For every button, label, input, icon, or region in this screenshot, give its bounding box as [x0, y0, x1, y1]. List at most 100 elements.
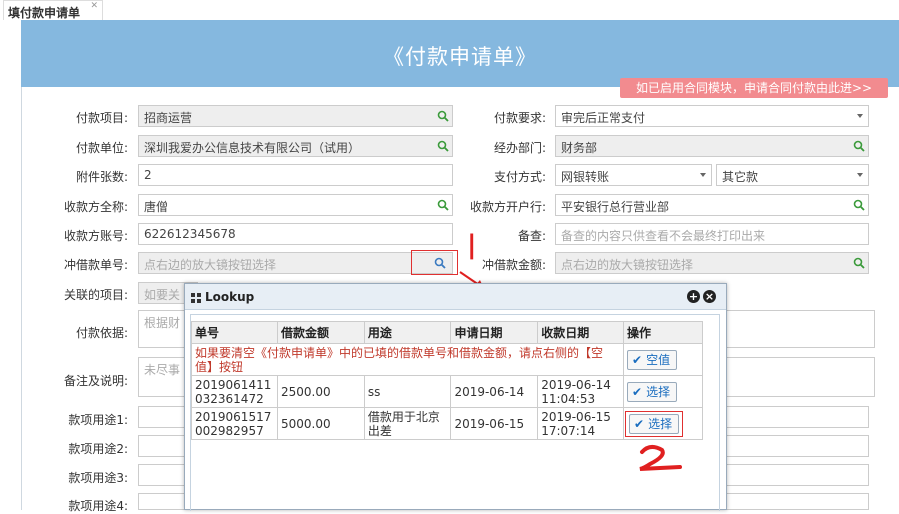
payee-account-value: 622612345678: [144, 227, 236, 241]
grid-icon: [191, 293, 201, 303]
search-icon[interactable]: [853, 140, 865, 152]
payee-bank-field[interactable]: 平安银行总行营业部: [555, 194, 869, 216]
tab-label: 填付款申请单: [8, 6, 81, 20]
use-part: 借款用于北京: [367, 409, 440, 424]
receive-date-part: 2019-06-14: [541, 377, 611, 392]
select-button[interactable]: ✔ 选择: [629, 413, 680, 434]
receive-time-part: 17:07:14: [541, 423, 596, 438]
tab-payment-request[interactable]: 填付款申请单 ✕: [3, 0, 103, 20]
clear-value-button[interactable]: ✔ 空值: [627, 349, 678, 370]
form-header: 《付款申请单》: [21, 20, 899, 87]
search-icon[interactable]: [853, 199, 865, 211]
payee-account-label: 收款方账号:: [63, 229, 128, 243]
remark-textarea-right[interactable]: [727, 357, 875, 397]
pay-basis-textarea-right[interactable]: [727, 310, 875, 348]
receive-time-part: 11:04:53: [541, 391, 596, 406]
pay-category-value: 其它款: [722, 170, 759, 184]
pay-unit-value: 深圳我爱办公信息技术有限公司（试用）: [144, 141, 361, 155]
amount-cell: 2500.00: [276, 375, 365, 408]
loan-no-cell: 2019061517 002982957: [191, 407, 278, 440]
pay-method-label: 支付方式:: [493, 170, 546, 184]
attach-count-input[interactable]: 2: [138, 164, 453, 186]
pay-requirement-label: 付款要求:: [493, 111, 546, 125]
close-icon[interactable]: ✕: [90, 1, 98, 11]
chevron-down-icon: [857, 173, 863, 177]
pay-category-select[interactable]: 其它款: [716, 164, 869, 186]
payee-name-label: 收款方全称:: [63, 200, 128, 214]
dialog-title: Lookup: [205, 290, 255, 304]
memo-label: 备查:: [517, 229, 546, 243]
amount-cell: 5000.00: [276, 407, 365, 440]
table-row[interactable]: 2019061411 032361472 2500.00 ss 2019-06-1…: [191, 375, 703, 408]
select-button-label: 选择: [646, 384, 671, 399]
use3-label: 款项用途3:: [68, 471, 128, 485]
table-header-row: 单号 借款金额 用途 申请日期 收款日期 操作: [191, 321, 703, 344]
action-cell: ✔ 选择: [623, 407, 703, 440]
use2-input-right[interactable]: [727, 435, 869, 457]
pay-method-value: 网银转账: [561, 170, 610, 184]
receive-date-part: 2019-06-15: [541, 409, 611, 424]
payee-name-field[interactable]: 唐僧: [138, 194, 453, 216]
check-icon: ✔: [632, 384, 643, 399]
action-cell: ✔ 空值: [623, 343, 703, 376]
tab-bar: 填付款申请单 ✕: [0, 0, 899, 20]
chevron-down-icon: [700, 173, 706, 177]
highlight-box: ✔ 选择: [625, 410, 684, 437]
payee-bank-label: 收款方开户行:: [469, 200, 546, 214]
pay-unit-field[interactable]: 深圳我爱办公信息技术有限公司（试用）: [138, 135, 453, 157]
use4-label: 款项用途4:: [68, 499, 128, 513]
pay-basis-placeholder: 根据财: [144, 316, 181, 330]
loan-no-part: 002982957: [195, 423, 264, 438]
offset-amount-field[interactable]: 点右边的放大镜按钮选择: [555, 252, 869, 274]
chevron-down-icon: [857, 114, 863, 118]
maximize-icon[interactable]: +: [687, 290, 700, 303]
close-icon[interactable]: ×: [703, 290, 716, 303]
dept-field[interactable]: 财务部: [555, 135, 869, 157]
table-row[interactable]: 2019061517 002982957 5000.00 借款用于北京 出差 201…: [191, 407, 703, 440]
attach-count-label: 附件张数:: [75, 170, 128, 184]
loan-no-part: 2019061517: [195, 409, 272, 424]
clear-button-label: 空值: [646, 352, 671, 367]
remark-label: 备注及说明:: [63, 374, 128, 388]
search-icon[interactable]: [853, 257, 865, 269]
use1-label: 款项用途1:: [68, 413, 128, 427]
payee-account-input[interactable]: 622612345678: [138, 223, 453, 245]
memo-input[interactable]: 备查的内容只供查看不会最终打印出来: [555, 223, 869, 245]
clear-row: 如果要清空《付款申请单》中的已填的借款单号和借款金额，请点右侧的【空值】按钮 ✔…: [190, 343, 703, 376]
offset-loan-no-placeholder: 点右边的放大镜按钮选择: [144, 258, 277, 272]
action-cell: ✔ 选择: [623, 375, 703, 408]
use2-label: 款项用途2:: [68, 442, 128, 456]
loan-no-part: 032361472: [195, 391, 264, 406]
related-project-label: 关联的项目:: [63, 288, 128, 302]
column-header: 收款日期: [537, 321, 625, 344]
use-cell: 借款用于北京 出差: [363, 407, 452, 440]
select-button[interactable]: ✔ 选择: [627, 381, 678, 402]
offset-loan-no-field[interactable]: 点右边的放大镜按钮选择: [138, 252, 453, 274]
apply-date-cell: 2019-06-15: [450, 407, 539, 440]
dialog-header: Lookup + ×: [185, 284, 726, 310]
memo-placeholder: 备查的内容只供查看不会最终打印出来: [561, 229, 766, 243]
offset-loan-no-label: 冲借款单号:: [63, 258, 128, 272]
offset-amount-placeholder: 点右边的放大镜按钮选择: [561, 258, 694, 272]
pay-requirement-value: 审完后正常支付: [561, 111, 646, 125]
use4-input-right[interactable]: [727, 493, 869, 510]
check-icon: ✔: [632, 352, 643, 367]
payee-name-value: 唐僧: [144, 200, 169, 214]
pay-requirement-select[interactable]: 审完后正常支付: [555, 105, 869, 127]
loan-no-part: 2019061411: [195, 377, 272, 392]
remark-placeholder: 未尽事: [144, 363, 181, 377]
use1-input-right[interactable]: [727, 406, 869, 428]
check-icon: ✔: [634, 416, 645, 431]
contract-payment-link[interactable]: 如已启用合同模块，申请合同付款由此进>>: [620, 78, 888, 98]
annotation-mark-2: [639, 445, 682, 471]
use-cell: ss: [363, 375, 452, 408]
use3-input-right[interactable]: [727, 464, 869, 486]
related-project-placeholder: 如要关: [144, 288, 181, 302]
lookup-dialog[interactable]: Lookup + × 单号 借款金额 用途 申请日期 收款日期 操作 如果要清空…: [184, 283, 727, 511]
pay-method-select[interactable]: 网银转账: [555, 164, 712, 186]
pay-unit-label: 付款单位:: [75, 141, 128, 155]
column-header: 借款金额: [276, 321, 365, 344]
page-title: 《付款申请单》: [383, 45, 537, 69]
pay-basis-label: 付款依据:: [75, 326, 128, 340]
pay-item-field[interactable]: 招商运营: [138, 105, 453, 127]
